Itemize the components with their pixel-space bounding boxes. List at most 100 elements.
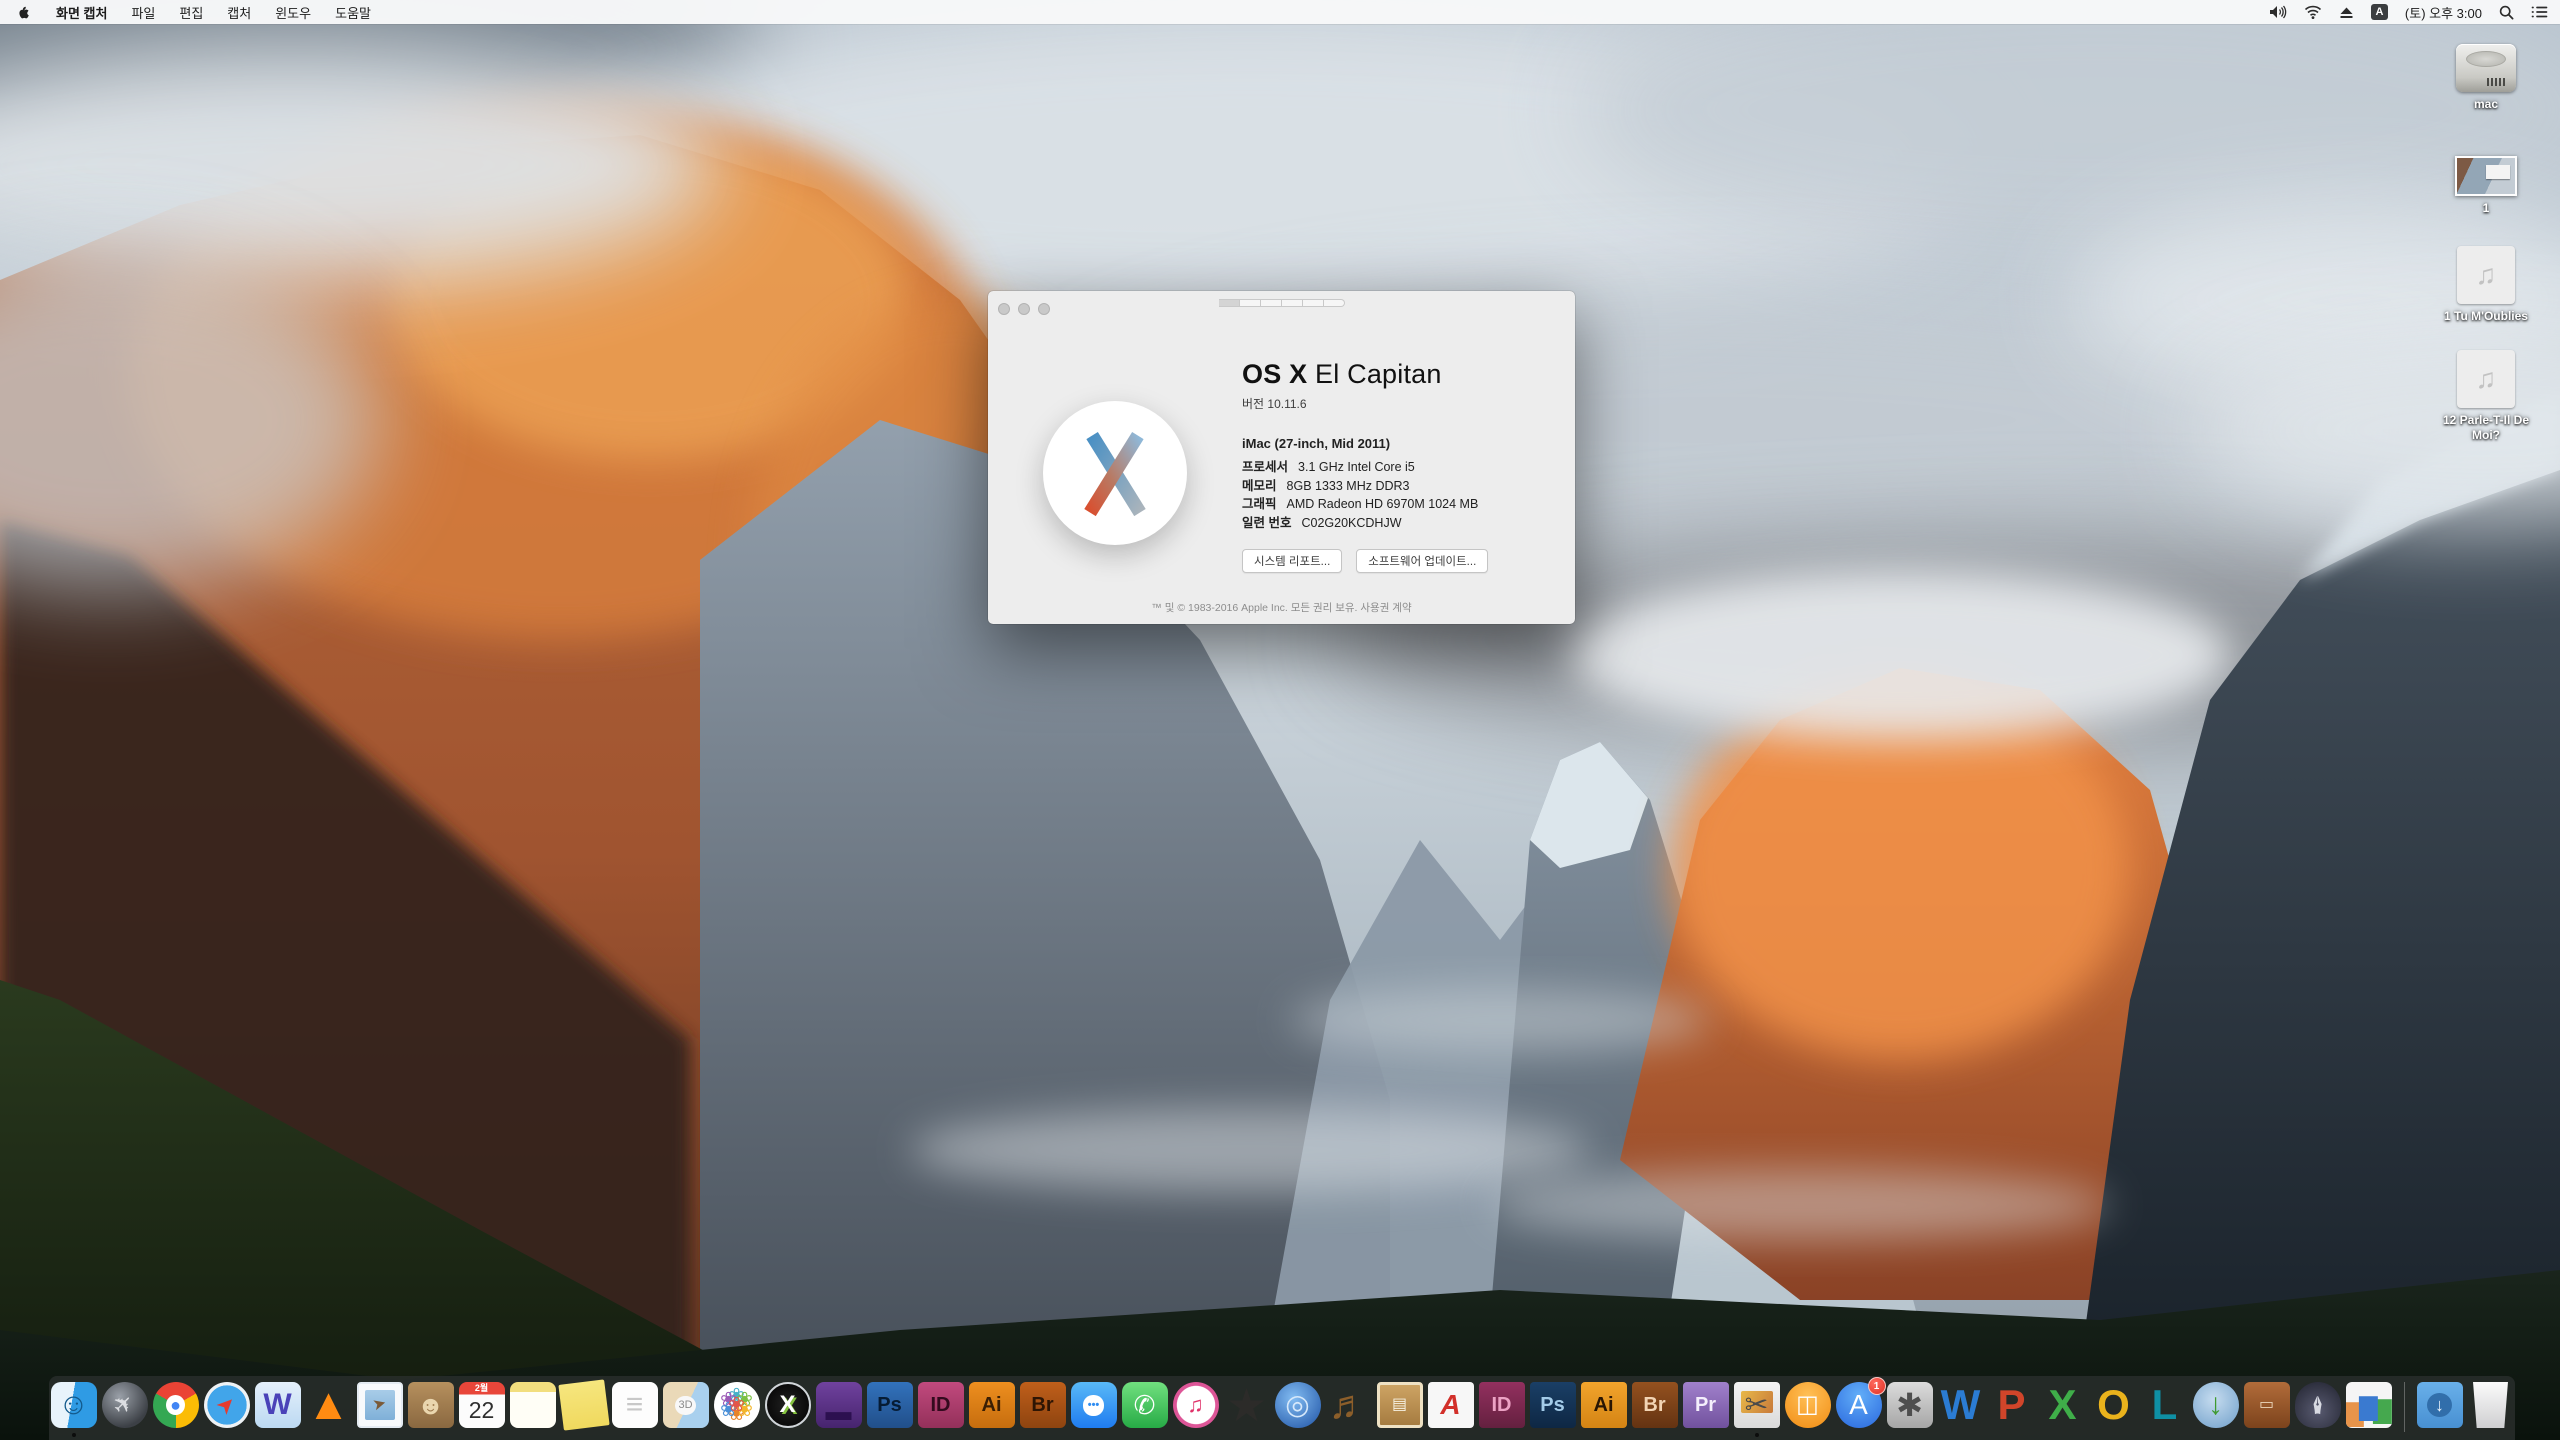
zoom-button[interactable]	[1038, 303, 1050, 315]
desktop-icon-audio-file-2[interactable]: 12 Parle-T-Il De Moi?	[2430, 350, 2542, 443]
dock-icon-w-browser[interactable]: W	[254, 1382, 301, 1428]
mac-model: iMac (27-inch, Mid 2011)	[1242, 436, 1391, 451]
dock-icon-pages-09[interactable]: ✒	[2294, 1382, 2341, 1428]
dock-icon-calendar[interactable]: 22 2월	[458, 1382, 505, 1428]
window-titlebar[interactable]	[988, 291, 1575, 327]
launchpad-icon: ✈	[101, 1382, 148, 1428]
dock-icon-notes[interactable]	[509, 1382, 556, 1428]
illustrator-icon: Ai	[968, 1382, 1015, 1428]
running-indicator	[1754, 1433, 1759, 1437]
dock-icon-illustrator[interactable]: Ai	[968, 1382, 1015, 1428]
dock-icon-ibooks[interactable]: ◫	[1784, 1382, 1831, 1428]
dock-icon-indesign[interactable]: ID	[917, 1382, 964, 1428]
dock-icon-app-store[interactable]: A1	[1835, 1377, 1886, 1428]
outlook-icon: O	[2097, 1382, 2130, 1428]
dock-icon-quarkxpress[interactable]: X	[764, 1382, 811, 1428]
dock-icon-outlook[interactable]: O	[2091, 1382, 2137, 1428]
dock-icon-mail[interactable]: ➤	[356, 1382, 403, 1428]
dock-icon-safari[interactable]: ➤	[203, 1382, 250, 1428]
tab[interactable]	[1260, 299, 1282, 307]
dock-icon-acrobat[interactable]: A	[1427, 1382, 1474, 1428]
dock-icon-finder[interactable]: ☺	[50, 1382, 97, 1437]
tab[interactable]	[1218, 299, 1240, 307]
lync-icon: L	[2151, 1382, 2178, 1428]
dock-icon-download-manager[interactable]: ↓	[2192, 1382, 2239, 1428]
dock-icon-pinboard-collage[interactable]: ▤	[1376, 1382, 1423, 1428]
dock: ☺ ✈ ● ➤ W ▲ ➤ ☻ 22 2월 ≡ 3D ❀ X ▬ Ps ID Ai Br ••• ✆ ♫ ★ ◎ ♬ ▤ A ID Ps…	[49, 1376, 2515, 1440]
dock-icon-launchpad[interactable]: ✈	[101, 1382, 148, 1428]
dock-icon-imovie[interactable]: ★	[1224, 1382, 1270, 1428]
reminders-icon: ≡	[611, 1382, 658, 1428]
tab[interactable]	[1239, 299, 1261, 307]
dock-icon-vlc[interactable]: ▲	[306, 1382, 352, 1428]
dock-icon-maps[interactable]: 3D	[662, 1382, 709, 1428]
wifi-icon[interactable]	[2304, 5, 2322, 19]
tab[interactable]	[1323, 299, 1345, 307]
illustrator-cs3-icon: Ai	[1580, 1382, 1627, 1428]
music-icon[interactable]	[2457, 350, 2515, 408]
minimize-button[interactable]	[1018, 303, 1030, 315]
dock-icon-reminders[interactable]: ≡	[611, 1382, 658, 1428]
dock-icon-contacts[interactable]: ☻	[407, 1382, 454, 1428]
music-icon[interactable]	[2457, 246, 2515, 304]
dock-icon-illustrator-cs3[interactable]: Ai	[1580, 1382, 1627, 1428]
active-app-menu[interactable]: 화면 캡처	[44, 3, 119, 22]
dock-icon-grab-screen-capture[interactable]: ✂	[1733, 1382, 1780, 1437]
indesign-icon: ID	[917, 1382, 964, 1428]
dock-icon-chrome[interactable]: ●	[152, 1382, 199, 1428]
dock-icon-excel[interactable]: X	[2040, 1382, 2086, 1428]
garageband-icon: ♬	[1328, 1383, 1369, 1427]
bridge-cs3-icon: Br	[1631, 1382, 1678, 1428]
spotlight-icon[interactable]	[2499, 5, 2514, 20]
menu-item[interactable]: 파일	[119, 3, 167, 22]
dock-icon-messages[interactable]: •••	[1070, 1382, 1117, 1428]
tab[interactable]	[1281, 299, 1303, 307]
apple-menu[interactable]	[0, 4, 44, 21]
menu-clock[interactable]: (토) 오후 3:00	[2405, 3, 2482, 22]
image-icon[interactable]	[2455, 156, 2517, 196]
dock-icon-photos[interactable]: ❀	[713, 1382, 760, 1428]
dock-icon-lync[interactable]: L	[2142, 1382, 2188, 1428]
volume-icon[interactable]	[2269, 5, 2287, 19]
running-indicator	[71, 1433, 76, 1437]
dock-icon-bridge[interactable]: Br	[1019, 1382, 1066, 1428]
tab[interactable]	[1302, 299, 1324, 307]
w-browser-icon: W	[254, 1382, 301, 1428]
dock-icon-indesign-cs3[interactable]: ID	[1478, 1382, 1525, 1428]
dock-icon-premiere-pro[interactable]: Pr	[1682, 1382, 1729, 1428]
disk-icon[interactable]	[2456, 44, 2516, 92]
dock-icon-numbers-09[interactable]: ▇	[2345, 1382, 2392, 1428]
dock-icon-facetime[interactable]: ✆	[1121, 1382, 1168, 1428]
dock-icon-itunes[interactable]: ♫	[1172, 1382, 1219, 1428]
about-action-button[interactable]: 소프트웨어 업데이트...	[1356, 549, 1489, 573]
input-source-icon[interactable]: A	[2370, 4, 2388, 20]
dock-icon-word[interactable]: W	[1938, 1382, 1984, 1428]
desktop-icon-audio-file-1[interactable]: 1 Tu M'Oublies	[2430, 246, 2542, 324]
dock-icon-garageband[interactable]: ♬	[1326, 1382, 1372, 1428]
desktop-icon-hard-disk[interactable]: mac	[2430, 44, 2542, 112]
dock-icon-idvd[interactable]: ◎	[1274, 1382, 1321, 1428]
dock-icon-stickies[interactable]	[557, 1379, 610, 1431]
notification-center-icon[interactable]	[2531, 5, 2548, 19]
dock-icon-toast-titanium[interactable]: ▬	[815, 1382, 862, 1428]
dock-icon-keynote-09[interactable]: ▭	[2243, 1382, 2290, 1428]
menu-item[interactable]: 캡처	[215, 3, 263, 22]
about-action-button[interactable]: 시스템 리포트...	[1242, 549, 1343, 573]
menu-item[interactable]: 윈도우	[263, 3, 323, 22]
downloads-folder-icon: ↓	[2416, 1382, 2463, 1428]
notes-icon	[509, 1382, 556, 1428]
dock-icon-bridge-cs3[interactable]: Br	[1631, 1382, 1678, 1428]
menu-list: 파일 편집 캡처 윈도우 도움말	[119, 3, 383, 22]
dock-icon-system-preferences[interactable]: ✱	[1886, 1382, 1933, 1428]
dock-icon-trash[interactable]	[2468, 1382, 2514, 1428]
desktop-icon-screenshot-file[interactable]: 1	[2430, 156, 2542, 216]
eject-icon[interactable]	[2339, 6, 2354, 19]
dock-icon-powerpoint[interactable]: P	[1989, 1382, 2035, 1428]
close-button[interactable]	[998, 303, 1010, 315]
menu-item[interactable]: 편집	[167, 3, 215, 22]
dock-icon-photoshop-cs3[interactable]: Ps	[1529, 1382, 1576, 1428]
dock-icon-photoshop[interactable]: Ps	[866, 1382, 913, 1428]
menu-item[interactable]: 도움말	[323, 3, 383, 22]
photos-icon: ❀	[713, 1382, 760, 1428]
dock-icon-downloads-folder[interactable]: ↓	[2416, 1382, 2463, 1428]
